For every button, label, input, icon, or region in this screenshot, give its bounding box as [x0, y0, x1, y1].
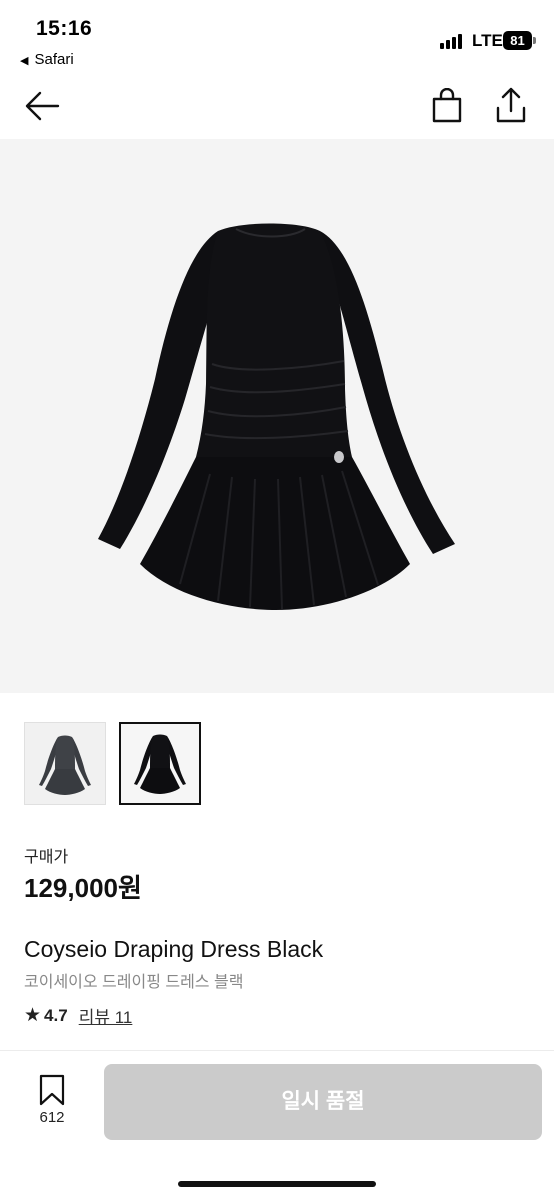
back-triangle-icon: ◀	[20, 55, 29, 67]
product-hero-image[interactable]	[0, 139, 554, 693]
bookmark-button[interactable]: 612	[24, 1074, 80, 1134]
product-name: Coyseio Draping Dress Black	[24, 936, 324, 962]
back-to-safari-link[interactable]: ◀ Safari	[20, 51, 74, 68]
rating-row: ★ 4.7 리뷰 11	[24, 1003, 132, 1028]
thumbnail-grey-dress[interactable]	[24, 722, 106, 805]
status-bar: 15:16 ◀ Safari LTE 81	[0, 0, 554, 76]
review-link[interactable]: 리뷰 11	[79, 1003, 133, 1028]
rating-score: 4.7	[44, 1005, 68, 1025]
divider	[0, 1050, 554, 1051]
bookmark-count: 612	[39, 1109, 65, 1126]
star-icon: ★	[24, 1005, 42, 1026]
dress-illustration	[98, 223, 455, 611]
battery-tip	[533, 37, 536, 44]
arrow-left-icon[interactable]	[24, 90, 60, 122]
network-label: LTE	[472, 31, 503, 50]
cellular-signal-icon	[440, 33, 466, 49]
bookmark-icon	[39, 1074, 65, 1106]
product-name-korean: 코이세이오 드레이핑 드레스 블랙	[24, 974, 244, 991]
nav-bar	[0, 80, 554, 136]
home-indicator	[178, 1181, 376, 1187]
battery-icon: 81	[503, 31, 532, 50]
sold-out-button[interactable]: 일시 품절	[104, 1064, 542, 1140]
price-value: 129,000원	[24, 873, 142, 903]
shopping-bag-icon[interactable]	[430, 88, 464, 124]
price-label: 구매가	[24, 849, 69, 866]
thumbnail-black-dress[interactable]	[119, 722, 201, 805]
share-icon[interactable]	[494, 86, 528, 124]
status-time: 15:16	[36, 17, 93, 40]
back-app-label: Safari	[34, 51, 74, 68]
